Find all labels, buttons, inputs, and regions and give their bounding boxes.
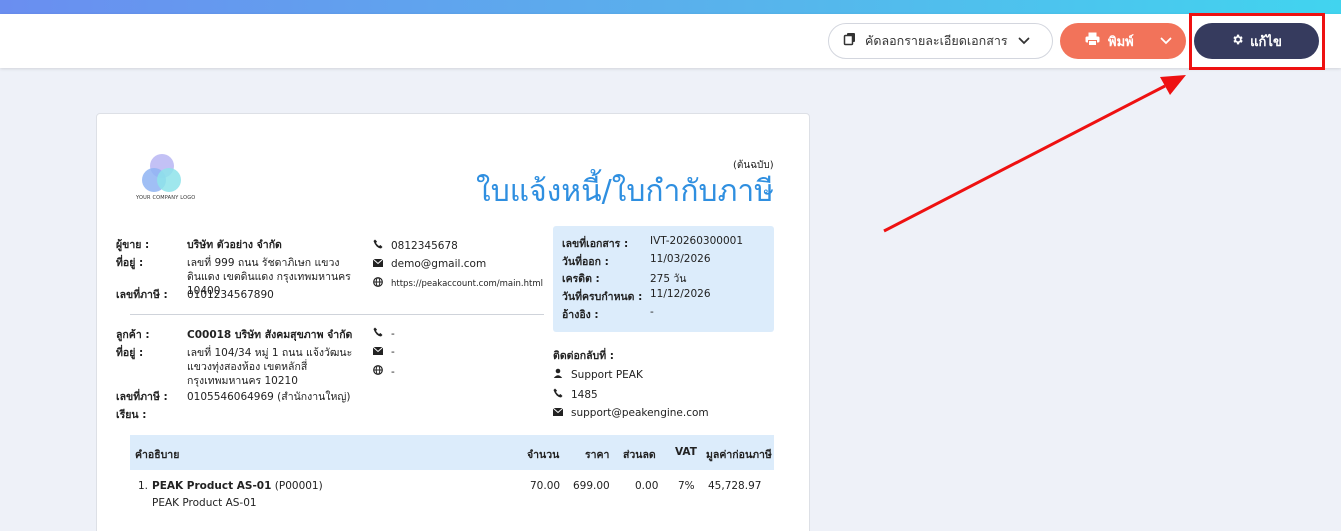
contact-email-row: support@peakengine.com xyxy=(552,407,709,419)
copy-details-dropdown-button[interactable]: คัดลอกรายละเอียดเอกสาร xyxy=(828,23,1053,59)
credit-label: เครดิต : xyxy=(562,273,600,285)
seller-phone-row: 0812345678 xyxy=(373,239,458,252)
phone-icon xyxy=(553,388,567,401)
user-icon xyxy=(553,368,567,381)
seller-email-row: demo@gmail.com xyxy=(372,258,487,270)
contact-person: Support PEAK xyxy=(571,368,643,381)
seller-info: ผู้ขาย : บริษัท ตัวอย่าง จำกัด ที่อยู่ :… xyxy=(116,238,376,308)
row-price: 699.00 xyxy=(573,480,610,492)
seller-taxid: 0101234567890 xyxy=(187,289,274,301)
print-label: พิมพ์ xyxy=(1108,34,1134,50)
top-gradient-bar xyxy=(0,0,1341,14)
seller-contacts: 0812345678 demo@gmail.com https://peakac… xyxy=(372,239,543,299)
chevron-down-icon xyxy=(1160,34,1172,49)
row-discount: 0.00 xyxy=(635,480,659,492)
contact-phone-row: 1485 xyxy=(553,388,598,401)
reference-value: - xyxy=(650,306,654,318)
row-amount: 45,728.97 xyxy=(708,480,762,492)
section-divider xyxy=(130,314,544,315)
contact-phone: 1485 xyxy=(571,388,598,401)
customer-website-row: - xyxy=(373,365,395,378)
customer-address: เลขที่ 104/34 หมู่ 1 ถนน แจ้งวัฒนะ แขวงท… xyxy=(187,347,353,387)
due-date-label: วันที่ครบกำหนด : xyxy=(562,291,643,303)
col-amount: มูลค่าก่อนภาษี xyxy=(706,449,772,461)
seller-website: https://peakaccount.com/main.html xyxy=(391,278,543,289)
contact-email: support@peakengine.com xyxy=(571,407,709,419)
col-qty: จำนวน xyxy=(527,449,560,461)
contact-us-title: ติดต่อกลับที่ : xyxy=(553,350,614,362)
reference-label: อ้างอิง : xyxy=(562,309,599,321)
issue-date-label: วันที่ออก : xyxy=(562,256,609,268)
globe-icon xyxy=(373,365,387,378)
col-description: คำอธิบาย xyxy=(135,449,180,461)
customer-attn-label: เรียน : xyxy=(116,409,147,421)
envelope-icon xyxy=(552,407,567,419)
customer-email: - xyxy=(391,346,395,358)
credit-value: 275 วัน xyxy=(650,273,687,285)
doc-no-value: IVT-20260300001 xyxy=(650,235,744,247)
row-vat: 7% xyxy=(678,480,695,492)
seller-name: บริษัท ตัวอย่าง จำกัด xyxy=(187,239,282,251)
phone-icon xyxy=(373,239,387,252)
customer-name: C00018 บริษัท สังคมสุขภาพ จำกัด xyxy=(187,329,353,341)
row-description: PEAK Product AS-01 xyxy=(152,497,257,509)
doc-no-label: เลขที่เอกสาร : xyxy=(562,238,629,250)
globe-icon xyxy=(373,277,387,290)
col-discount: ส่วนลด xyxy=(623,449,656,461)
issue-date-value: 11/03/2026 xyxy=(650,253,711,265)
logo-text: YOUR COMPANY LOGO xyxy=(136,195,196,201)
chevron-down-icon xyxy=(1018,34,1030,49)
copy-icon xyxy=(843,32,857,50)
customer-website: - xyxy=(391,365,395,378)
seller-phone: 0812345678 xyxy=(391,239,458,252)
envelope-icon xyxy=(372,258,387,270)
phone-icon xyxy=(373,327,387,340)
red-highlight-box xyxy=(1189,13,1325,70)
customer-label: ลูกค้า : xyxy=(116,329,150,341)
col-price: ราคา xyxy=(585,449,610,461)
copy-details-label: คัดลอกรายละเอียดเอกสาร xyxy=(865,33,1008,48)
due-date-value: 11/12/2026 xyxy=(650,288,711,300)
seller-email: demo@gmail.com xyxy=(391,258,487,270)
row-product: PEAK Product AS-01 (P00001) xyxy=(152,480,323,492)
contact-us-list: Support PEAK 1485 support@peakengine.com xyxy=(552,368,753,423)
row-number: 1. xyxy=(138,480,149,492)
print-dropdown-button[interactable]: พิมพ์ xyxy=(1060,23,1186,59)
customer-info: ลูกค้า : C00018 บริษัท สังคมสุขภาพ จำกัด… xyxy=(116,328,376,423)
contact-person-row: Support PEAK xyxy=(553,368,643,381)
customer-taxid-label: เลขที่ภาษี : xyxy=(116,391,168,403)
seller-label: ผู้ขาย : xyxy=(116,239,150,251)
row-qty: 70.00 xyxy=(530,480,561,492)
customer-contacts: - - - xyxy=(372,327,453,387)
customer-phone-row: - xyxy=(373,327,395,340)
seller-website-row: https://peakaccount.com/main.html xyxy=(373,277,543,290)
row-product-code: (P00001) xyxy=(274,480,323,492)
seller-taxid-label: เลขที่ภาษี : xyxy=(116,289,168,301)
envelope-icon xyxy=(372,346,387,358)
col-vat: VAT xyxy=(675,446,697,458)
seller-address-label: ที่อยู่ : xyxy=(116,257,144,269)
document-title: ใบแจ้งหนี้/ใบกำกับภาษี xyxy=(476,174,774,209)
printer-icon xyxy=(1085,32,1100,50)
customer-email-row: - xyxy=(372,346,395,358)
customer-address-label: ที่อยู่ : xyxy=(116,347,144,359)
customer-taxid: 0105546064969 (สำนักงานใหญ่) xyxy=(187,391,351,403)
row-product-name: PEAK Product AS-01 xyxy=(152,480,272,492)
customer-phone: - xyxy=(391,327,395,340)
